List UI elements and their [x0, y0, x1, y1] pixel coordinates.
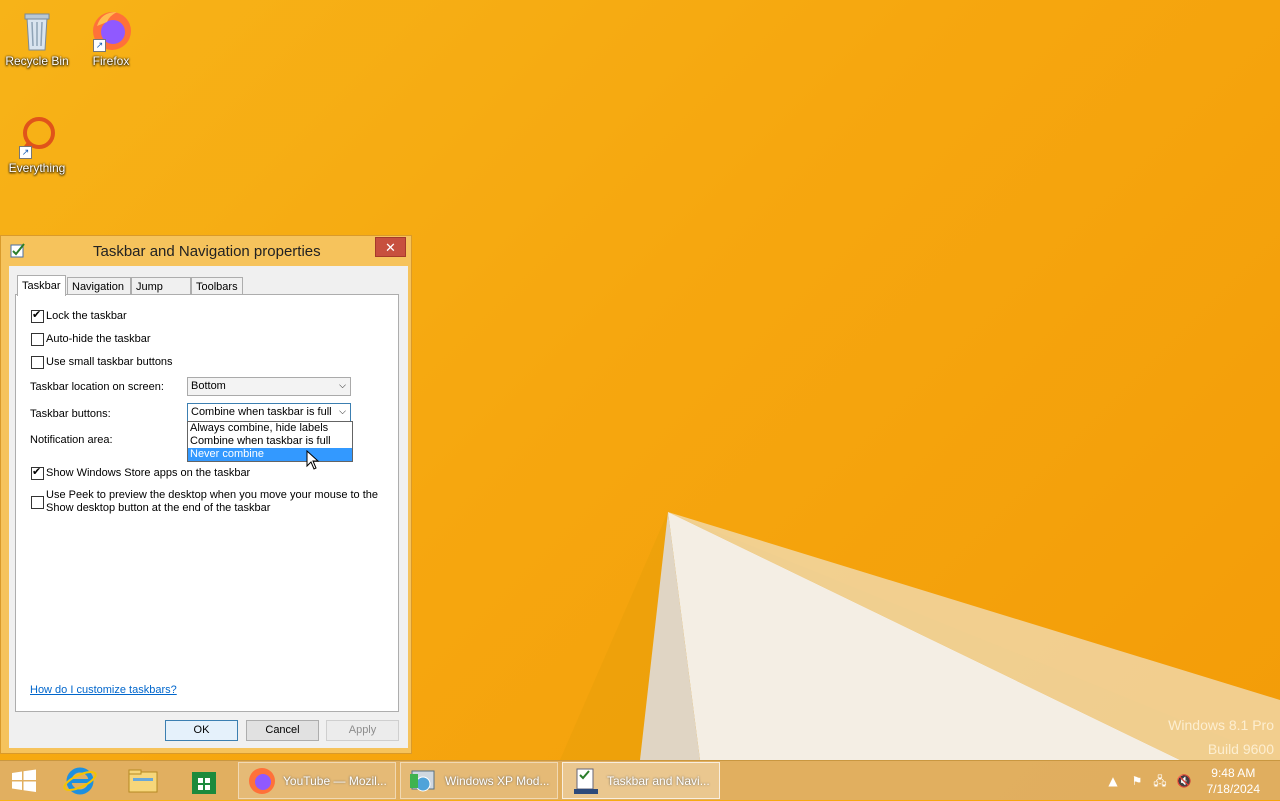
location-label: Taskbar location on screen:	[30, 381, 164, 393]
taskbar-buttons-dropdown-list: Always combine, hide labels Combine when…	[187, 421, 353, 462]
folder-icon	[128, 769, 158, 793]
taskbar-buttons-label: Taskbar buttons:	[30, 408, 111, 420]
desktop-icon-label: Recycle Bin	[5, 54, 69, 68]
system-clock[interactable]: 9:48 AM 7/18/2024	[1207, 765, 1260, 797]
firefox-icon	[249, 768, 275, 794]
desktop-icon-firefox[interactable]: ↗ Firefox	[75, 8, 147, 68]
taskbar-window-label: YouTube — Mozil...	[283, 774, 387, 788]
chevron-down-icon: ⌵	[339, 407, 346, 417]
windows-logo-icon	[12, 769, 36, 792]
taskbar-tab-panel: Lock the taskbar Auto-hide the taskbar U…	[15, 294, 399, 712]
auto-hide-label: Auto-hide the taskbar	[46, 333, 151, 345]
action-center-flag-icon[interactable]: ⚑	[1129, 773, 1145, 789]
recycle-bin-icon	[15, 8, 59, 52]
taskbar-properties-dialog: Taskbar and Navigation properties ✕ Task…	[0, 235, 412, 754]
location-select[interactable]: Bottom ⌵	[187, 377, 351, 396]
dialog-title: Taskbar and Navigation properties	[93, 243, 321, 260]
cancel-button[interactable]: Cancel	[246, 720, 319, 741]
virtual-pc-icon	[410, 770, 435, 792]
start-button[interactable]	[4, 764, 44, 798]
taskbar-window-firefox[interactable]: YouTube — Mozil...	[238, 762, 396, 799]
peek-label-line1: Use Peek to preview the desktop when you…	[46, 489, 379, 501]
lock-taskbar-label: Lock the taskbar	[46, 310, 127, 322]
taskbar-buttons-select[interactable]: Combine when taskbar is full ⌵	[187, 403, 351, 422]
taskbar-buttons-select-value: Combine when taskbar is full	[191, 406, 332, 418]
shortcut-arrow-icon: ↗	[93, 39, 106, 52]
desktop-icon-label: Firefox	[92, 54, 130, 68]
properties-checkbox-icon	[10, 242, 26, 258]
desktop-icon-label: Everything	[8, 161, 66, 175]
close-button[interactable]: ✕	[375, 237, 406, 257]
store-bag-icon	[192, 772, 216, 794]
tab-jump-lists[interactable]: Jump Lists	[131, 277, 191, 311]
everything-search-icon: ↗	[15, 115, 59, 159]
store-apps-label: Show Windows Store apps on the taskbar	[46, 467, 251, 479]
chevron-down-icon: ⌵	[339, 381, 346, 391]
clock-date: 7/18/2024	[1206, 782, 1260, 796]
desktop-icon-recycle-bin[interactable]: Recycle Bin	[1, 8, 73, 68]
tab-navigation[interactable]: Navigation	[67, 277, 131, 295]
firefox-icon: ↗	[89, 8, 133, 52]
peek-label-line2: Show desktop button at the end of the ta…	[46, 502, 271, 514]
dropdown-option-never-combine[interactable]: Never combine	[188, 448, 352, 461]
taskbar: YouTube — Mozil... Windows XP Mod... Tas…	[0, 760, 1280, 800]
notification-area-label: Notification area:	[30, 434, 113, 446]
tab-toolbars[interactable]: Toolbars	[191, 277, 243, 295]
store-apps-checkbox[interactable]	[31, 465, 44, 480]
ok-button[interactable]: OK	[165, 720, 238, 741]
tab-taskbar[interactable]: Taskbar	[17, 275, 66, 296]
dropdown-option-combine-when-full[interactable]: Combine when taskbar is full	[188, 435, 352, 448]
taskbar-properties-icon	[574, 768, 598, 794]
mouse-cursor-icon	[306, 450, 320, 470]
lock-taskbar-checkbox[interactable]	[31, 308, 44, 323]
location-select-value: Bottom	[191, 380, 226, 392]
notification-tray: ▲ ⚑ 🖧 🔇 9:48 AM 7/18/2024	[1100, 761, 1280, 801]
volume-muted-icon[interactable]: 🔇	[1176, 773, 1192, 789]
auto-hide-checkbox[interactable]	[31, 333, 44, 346]
taskbar-window-taskbar-properties[interactable]: Taskbar and Navi...	[562, 762, 720, 799]
help-link[interactable]: How do I customize taskbars?	[30, 684, 177, 696]
dropdown-option-always-combine[interactable]: Always combine, hide labels	[188, 422, 352, 435]
network-icon[interactable]: 🖧	[1152, 773, 1168, 789]
title-bar[interactable]: Taskbar and Navigation properties ✕	[1, 236, 411, 266]
small-buttons-label: Use small taskbar buttons	[46, 356, 173, 368]
file-explorer-pinned[interactable]	[123, 764, 163, 798]
dialog-client-area: Taskbar Navigation Jump Lists Toolbars L…	[9, 266, 408, 748]
taskbar-window-label: Taskbar and Navi...	[607, 774, 710, 788]
taskbar-window-xp-mode[interactable]: Windows XP Mod...	[400, 762, 558, 799]
desktop-icon-everything[interactable]: ↗ Everything	[1, 115, 73, 175]
os-watermark-build: Build 9600	[1207, 741, 1274, 757]
small-buttons-checkbox[interactable]	[31, 356, 44, 369]
clock-time: 9:48 AM	[1211, 766, 1256, 780]
taskbar-window-label: Windows XP Mod...	[445, 774, 550, 788]
store-pinned[interactable]	[184, 764, 224, 798]
peek-checkbox[interactable]	[31, 496, 44, 509]
shortcut-arrow-icon: ↗	[19, 146, 32, 159]
show-hidden-icons-chevron-icon[interactable]: ▲	[1105, 773, 1121, 789]
os-watermark-edition: Windows 8.1 Pro	[1168, 717, 1274, 733]
apply-button[interactable]: Apply	[326, 720, 399, 741]
internet-explorer-icon	[63, 767, 97, 795]
internet-explorer-pinned[interactable]	[60, 764, 100, 798]
